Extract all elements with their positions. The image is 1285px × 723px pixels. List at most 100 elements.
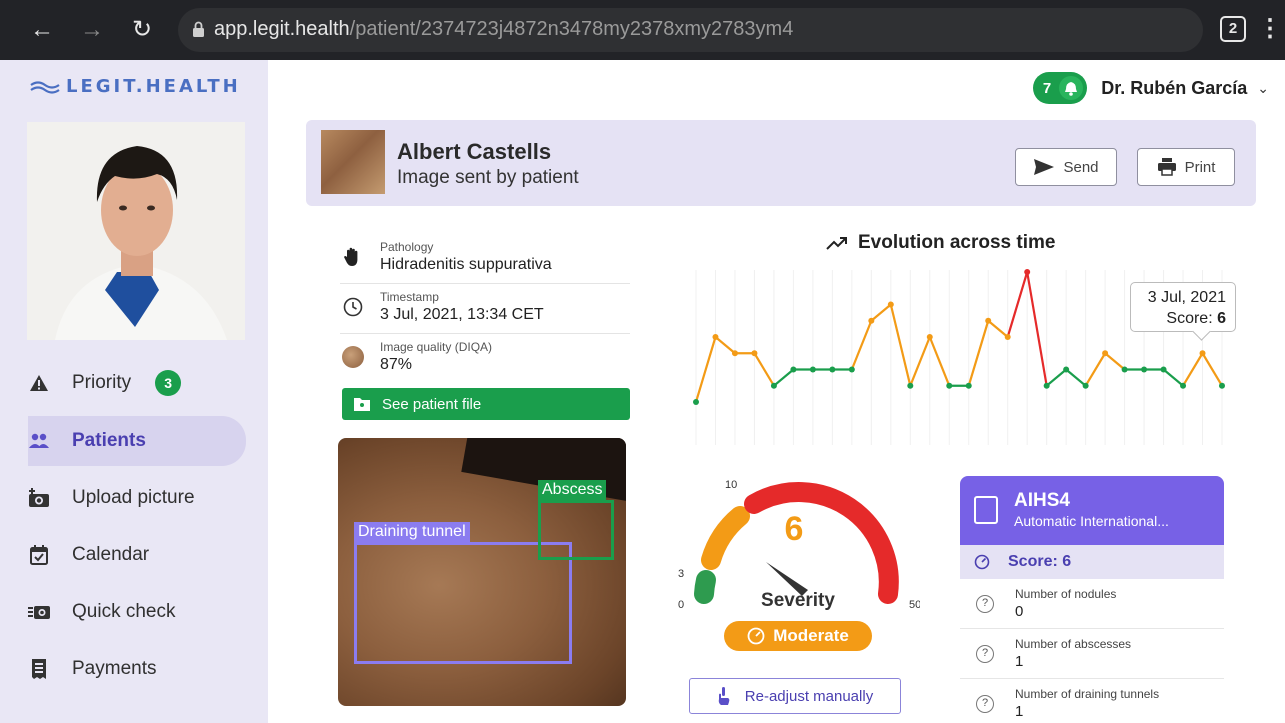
lock-icon <box>193 21 204 37</box>
lesion-image[interactable]: Draining tunnel Abscess <box>338 438 626 706</box>
checklist-icon <box>974 496 998 524</box>
chart-line-segment <box>1201 352 1223 387</box>
gauge-mid-segment <box>701 506 750 570</box>
chart-point[interactable] <box>1024 269 1031 275</box>
help-icon[interactable]: ? <box>976 695 994 713</box>
draining-tunnel-box[interactable] <box>354 542 572 664</box>
chart-point[interactable] <box>770 382 777 389</box>
help-icon[interactable]: ? <box>976 645 994 663</box>
patient-image-thumbnail[interactable] <box>321 130 385 194</box>
chart-line-segment <box>1026 271 1048 386</box>
calendar-icon <box>28 544 50 566</box>
warning-icon <box>28 372 50 394</box>
see-patient-file-button[interactable]: See patient file <box>342 388 630 420</box>
chart-point[interactable] <box>1043 382 1050 389</box>
chart-point[interactable] <box>751 350 758 357</box>
tooltip-score: Score: 6 <box>1131 308 1226 329</box>
doctor-name[interactable]: Dr. Rubén García <box>1101 78 1247 99</box>
chart-line-segment <box>1162 368 1184 387</box>
aihs4-score: Score: 6 <box>960 545 1224 579</box>
chart-point[interactable] <box>790 366 797 373</box>
doctor-photo <box>27 122 245 340</box>
tab-count-button[interactable]: 2 <box>1220 16 1246 42</box>
chart-point[interactable] <box>829 366 836 373</box>
help-icon[interactable]: ? <box>976 595 994 613</box>
chart-point[interactable] <box>1004 334 1011 340</box>
chart-point[interactable] <box>1082 382 1089 389</box>
timestamp-row: Timestamp 3 Jul, 2021, 13:34 CET <box>340 282 630 334</box>
aihs4-row-value: 1 <box>1015 703 1024 720</box>
chart-point[interactable] <box>907 382 914 389</box>
chart-point[interactable] <box>809 366 816 373</box>
sidebar-item-calendar[interactable]: Calendar <box>28 530 246 580</box>
gauge-tick-0: 0 <box>678 599 684 611</box>
aihs4-score-text: Score: 6 <box>1008 553 1072 570</box>
chart-line-segment <box>909 336 931 387</box>
abscess-box[interactable] <box>538 500 614 560</box>
aihs4-row-nodules: ? Number of nodules 0 <box>960 579 1224 629</box>
sidebar: LEGIT.HEALTH Priority 3 Patients Upload … <box>0 60 268 723</box>
chart-point[interactable] <box>1141 366 1148 373</box>
reload-icon[interactable]: ↻ <box>128 16 156 44</box>
browser-toolbar: ← → ↻ app.legit.health/patient/2374723j4… <box>0 0 1285 60</box>
chart-point[interactable] <box>926 334 933 340</box>
tooltip-date: 3 Jul, 2021 <box>1147 289 1226 306</box>
chart-point[interactable] <box>848 366 855 373</box>
chart-point[interactable] <box>1063 366 1070 373</box>
receipt-icon <box>28 658 50 680</box>
forward-arrow-icon[interactable]: → <box>78 16 106 44</box>
chart-point[interactable] <box>965 382 972 389</box>
notifications-button[interactable]: 7 <box>1032 72 1088 104</box>
sidebar-item-quick-check[interactable]: Quick check <box>28 587 246 637</box>
image-quality-row: Image quality (DIQA) 87% <box>340 332 630 384</box>
chart-line-segment <box>987 319 1009 338</box>
chart-line-segment <box>714 336 736 355</box>
aihs4-header[interactable]: AIHS4 Automatic International... <box>960 476 1224 545</box>
timestamp-label: Timestamp <box>380 290 439 304</box>
back-arrow-icon[interactable]: ← <box>28 16 56 44</box>
address-bar[interactable]: app.legit.health/patient/2374723j4872n34… <box>178 8 1203 52</box>
chart-line-segment <box>1065 368 1087 387</box>
severity-label: Severity <box>761 590 835 611</box>
aihs4-title: AIHS4 <box>1014 490 1070 511</box>
url-domain: app.legit.health <box>214 18 350 40</box>
camera-plus-icon <box>28 487 50 509</box>
gauge-tick-10: 10 <box>725 479 737 491</box>
timestamp-value: 3 Jul, 2021, 13:34 CET <box>380 306 544 323</box>
sidebar-item-upload-picture[interactable]: Upload picture <box>28 473 246 523</box>
chart-point[interactable] <box>1219 382 1225 389</box>
chart-point[interactable] <box>1180 382 1187 389</box>
chart-point[interactable] <box>1160 366 1167 373</box>
tooltip-score-label: Score: <box>1166 310 1213 327</box>
sidebar-item-priority[interactable]: Priority 3 <box>28 358 246 408</box>
chart-point[interactable] <box>868 317 875 324</box>
chart-point[interactable] <box>985 317 992 324</box>
chart-point[interactable] <box>887 301 894 308</box>
print-icon <box>1157 158 1176 176</box>
url-path: /patient/2374723j4872n3478my2378xmy2783y… <box>349 18 794 40</box>
chart-point[interactable] <box>693 399 699 405</box>
sidebar-item-payments[interactable]: Payments <box>28 644 246 694</box>
logo[interactable]: LEGIT.HEALTH <box>30 76 241 97</box>
browser-menu-icon[interactable]: ⋮ <box>1258 14 1282 44</box>
chevron-down-icon[interactable]: ⌄ <box>1257 80 1269 97</box>
user-header: 7 Dr. Rubén García ⌄ <box>1032 72 1269 104</box>
readjust-manually-button[interactable]: Re-adjust manually <box>689 678 901 714</box>
gauge-low-segment <box>694 570 716 604</box>
chart-point[interactable] <box>1121 366 1128 373</box>
print-button[interactable]: Print <box>1137 148 1235 186</box>
chart-point[interactable] <box>731 350 738 357</box>
chart-point[interactable] <box>712 334 719 340</box>
aihs4-row-label: Number of nodules <box>1015 587 1117 601</box>
chart-line-segment <box>694 336 717 403</box>
chart-line-segment <box>1084 352 1107 387</box>
chart-point[interactable] <box>946 382 953 389</box>
chart-point[interactable] <box>1102 350 1109 357</box>
severity-level-badge: Moderate <box>724 621 872 651</box>
chart-title: Evolution across time <box>826 232 1055 254</box>
send-button[interactable]: Send <box>1015 148 1117 186</box>
chart-point[interactable] <box>1199 350 1206 357</box>
folder-icon <box>354 398 370 411</box>
sidebar-item-patients[interactable]: Patients <box>28 416 246 466</box>
pathology-row: Pathology Hidradenitis suppurativa <box>340 232 630 284</box>
